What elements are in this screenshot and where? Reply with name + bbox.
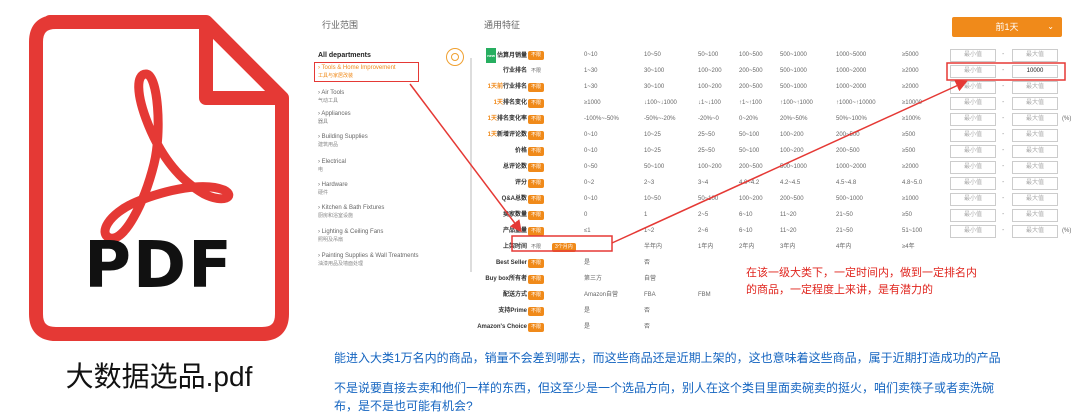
annotation-line-1: 在该一级大类下，一定时间内，做到一定排名内 [746,267,977,279]
listing-time-highlight [511,235,613,252]
rank-range-highlight [946,62,1066,81]
screenshot-root: PDF 大数据选品.pdf 行业范围 通用特征 前1天 ⌄ All depart… [0,0,1080,420]
annotation-line-2: 的商品，一定程度上来讲，是有潜力的 [746,284,933,296]
arrow-category-to-time [409,83,522,233]
note-paragraph-2a: 不是说要直接去卖和他们一样的东西，但这至少是一个选品方向，别人在这个类目里面卖碗… [334,381,995,395]
note-paragraph-2b: 布，是不是也可能有机会? [334,399,473,413]
arrow-time-to-rank [611,80,968,244]
note-paragraph-1: 能进入大类1万名内的商品，销量不会差到哪去，而这些商品还是近期上架的，这也意味着… [334,351,1001,365]
